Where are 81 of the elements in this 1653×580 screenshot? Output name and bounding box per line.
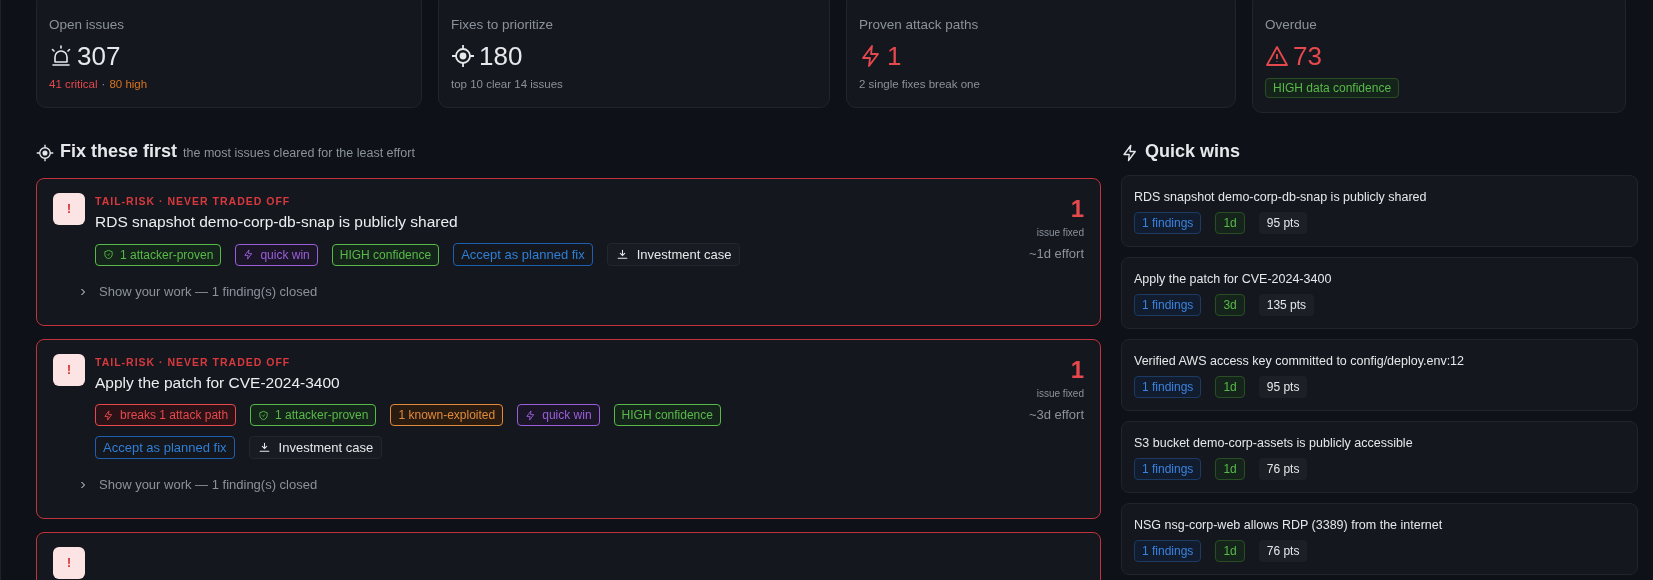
fix-title: RDS snapshot demo-corp-db-snap is publicly shared [95,213,458,231]
investment-case-button[interactable]: Investment case [248,436,383,459]
lightning-icon [103,409,114,421]
effort-estimate: ~1d effort [1028,246,1084,261]
stat-label: Fixes to prioritize [451,17,554,32]
tag: 1 known-exploited [390,404,504,426]
findings-pill: 1 findings [1134,376,1202,398]
effort-pill: 1d [1215,212,1245,234]
effort-pill: 1d [1215,376,1245,398]
stat-value: 180 [479,42,523,70]
accept-button[interactable]: Accept as planned fix [453,243,593,266]
stat-label: Overdue [1265,17,1317,32]
tag: breaks 1 attack path [95,404,237,426]
effort-pill: 1d [1215,458,1245,480]
quick-win-card[interactable]: Apply the patch for CVE-2024-3400 1 findings 3d 135 pts [1121,257,1638,329]
show-work-toggle[interactable]: Show your work — 1 finding(s) closed [77,284,318,299]
issues-fixed-count: 1 [1070,195,1084,223]
crosshair-icon [451,44,475,68]
alert-icon: ! [53,547,85,579]
confidence-badge: HIGH data confidence [1265,78,1400,98]
lightning-icon [525,409,537,421]
issues-fixed-count: 1 [1070,356,1084,384]
alert-icon: ! [53,354,85,386]
tag: HIGH confidence [331,243,440,266]
stat-label: Open issues [49,17,125,32]
findings-pill: 1 findings [1134,294,1202,316]
tag: quick win [235,243,318,266]
tag: 1 attacker-proven [95,243,222,266]
effort-pill: 1d [1215,540,1245,562]
crosshair-icon [36,144,54,162]
quick-win-title: Verified AWS access key committed to config/deploy.env:12 [1134,354,1466,368]
quick-win-card[interactable]: Verified AWS access key committed to config/deploy.env:12 1 findings 1d 95 pts [1121,339,1638,411]
fix-title: Apply the patch for CVE-2024-3400 [95,374,340,392]
issues-fixed-label: issue fixed [1036,227,1084,238]
section-title: Quick wins [1145,141,1241,162]
points-pill: 76 pts [1258,540,1308,562]
stat-note: 80 high [109,78,148,90]
points-pill: 95 pts [1258,376,1308,398]
lightning-icon [1121,144,1139,162]
accept-button[interactable]: Accept as planned fix [95,436,235,459]
stat-note: · [101,78,106,90]
stat-label: Proven attack paths [859,17,979,32]
investment-case-button[interactable]: Investment case [606,243,741,266]
lightning-icon [243,249,255,260]
quick-win-title: RDS snapshot demo-corp-db-snap is publicly shared [1134,190,1428,204]
findings-pill: 1 findings [1134,458,1202,480]
quick-win-card[interactable]: NSG nsg-corp-web allows RDP (3389) from the internet 1 findings 1d 76 pts [1121,503,1638,575]
points-pill: 95 pts [1258,212,1308,234]
quick-win-title: S3 bucket demo-corp-assets is publicly accessible [1134,436,1414,450]
stat-note: top 10 clear 14 issues [451,78,563,90]
stat-value: 1 [887,42,902,70]
download-icon [615,248,629,261]
shield-icon [103,249,114,260]
section-subtitle: the most issues cleared for the least effort [183,146,415,160]
show-work-toggle[interactable]: Show your work — 1 finding(s) closed [77,477,318,492]
risk-label: TAIL-RISK · NEVER TRADED OFF [95,356,291,368]
quick-win-title: Apply the patch for CVE-2024-3400 [1134,272,1333,286]
stat-value: 73 [1293,42,1322,70]
points-pill: 76 pts [1258,458,1308,480]
tag: 1 attacker-proven [250,404,377,426]
stat-note: 41 critical [49,78,98,90]
download-icon [257,441,271,454]
findings-pill: 1 findings [1134,540,1202,562]
quick-win-card[interactable]: S3 bucket demo-corp-assets is publicly accessible 1 findings 1d 76 pts [1121,421,1638,493]
stat-note: 2 single fixes break one [859,78,980,90]
section-title: Fix these first [60,141,178,162]
shield-icon [258,409,270,421]
stat-value: 307 [77,42,121,70]
tag: HIGH confidence [613,404,721,426]
effort-pill: 3d [1215,294,1245,316]
warning-icon [1265,44,1289,68]
tag: quick win [517,404,600,426]
alert-icon: ! [53,193,85,225]
findings-pill: 1 findings [1134,212,1202,234]
effort-estimate: ~3d effort [1028,407,1084,422]
siren-icon [49,44,73,68]
quick-win-card[interactable]: RDS snapshot demo-corp-db-snap is publicly shared 1 findings 1d 95 pts [1121,175,1638,247]
issues-fixed-label: issue fixed [1036,388,1084,399]
points-pill: 135 pts [1258,294,1315,316]
risk-label: TAIL-RISK · NEVER TRADED OFF [95,195,291,207]
quick-win-title: NSG nsg-corp-web allows RDP (3389) from the internet [1134,518,1444,532]
